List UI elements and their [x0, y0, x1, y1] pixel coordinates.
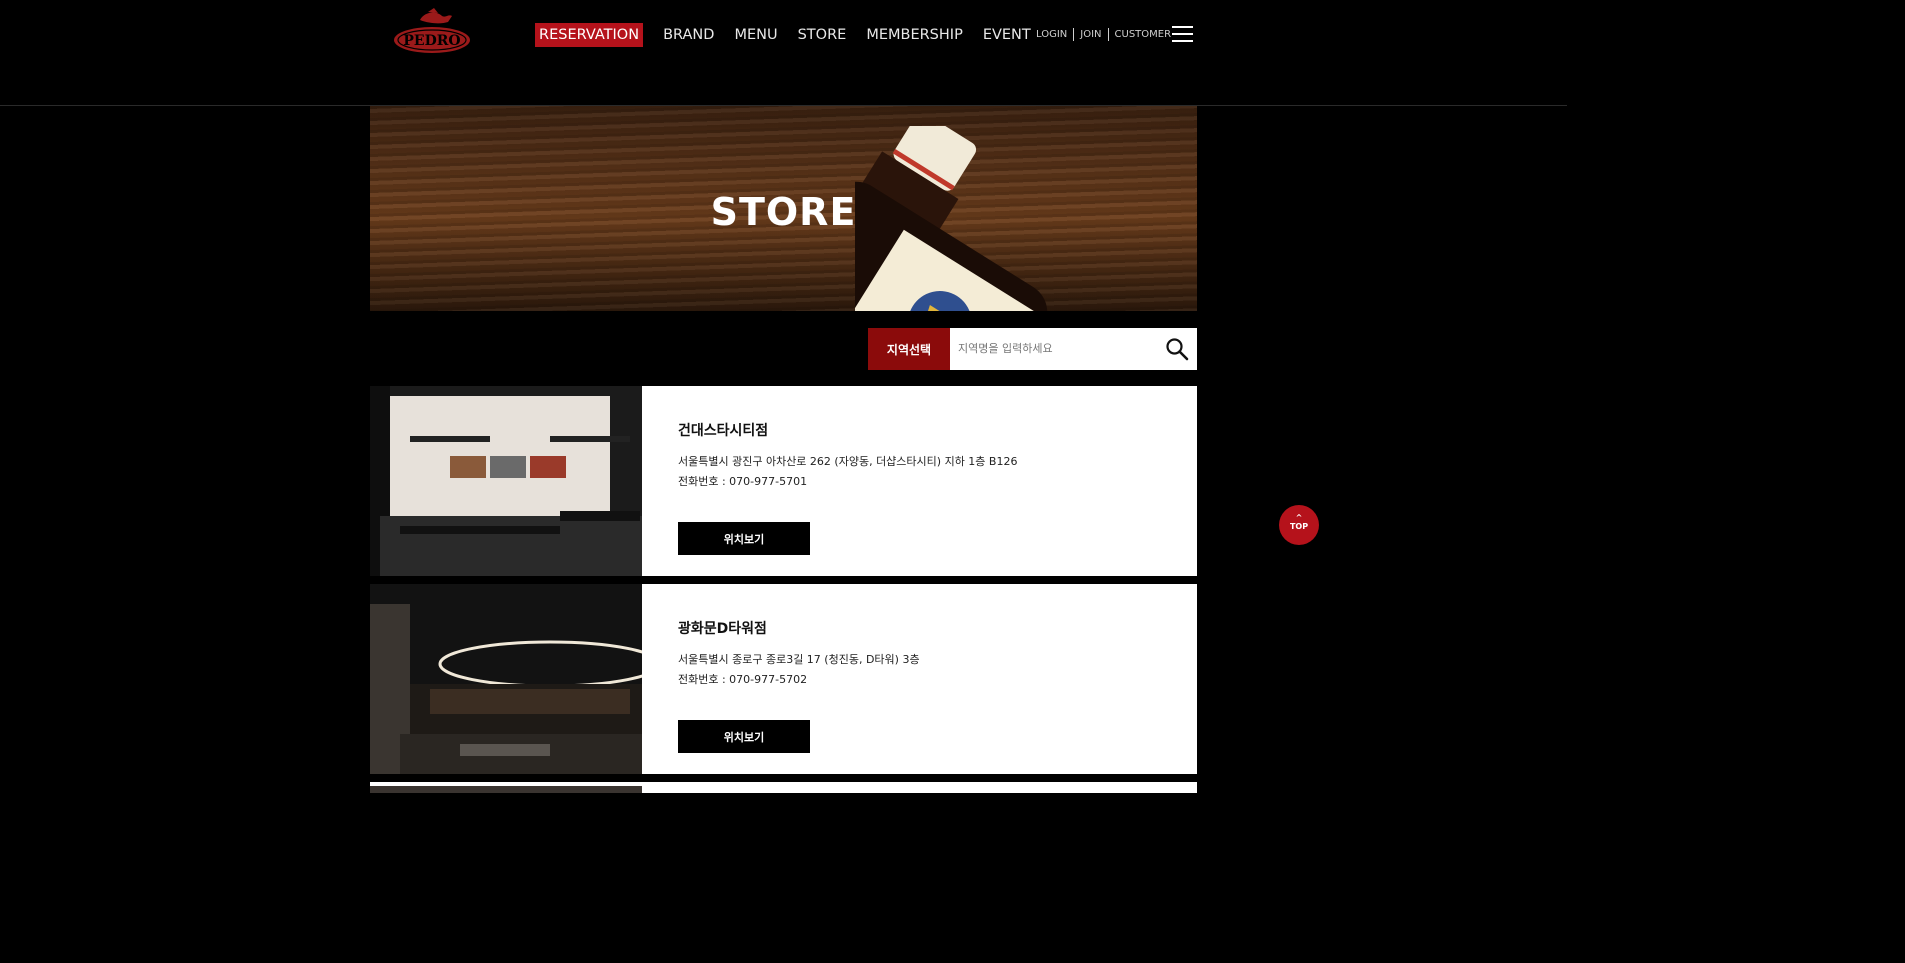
- store-card: 광화문D타워점 서울특별시 종로구 종로3길 17 (청진동, D타워) 3층 …: [370, 584, 1197, 774]
- store-banner: llantine's STORE: [370, 106, 1197, 311]
- view-location-button[interactable]: 위치보기: [678, 720, 810, 753]
- nav-store[interactable]: STORE: [798, 23, 847, 47]
- main-nav: RESERVATION BRAND MENU STORE MEMBERSHIP …: [535, 23, 1051, 47]
- divider: [1073, 28, 1075, 41]
- page-title: STORE: [710, 190, 857, 234]
- login-link[interactable]: LOGIN: [1036, 29, 1067, 40]
- logo-text: PEDRO: [403, 33, 460, 49]
- divider: [1107, 28, 1109, 41]
- nav-brand[interactable]: BRAND: [663, 23, 714, 47]
- scroll-to-top-button[interactable]: ^ TOP: [1279, 505, 1319, 545]
- hamburger-menu-icon[interactable]: [1172, 26, 1193, 43]
- store-phone: 전화번호 : 070-977-5701: [678, 475, 808, 488]
- store-card: 건대스타시티점 서울특별시 광진구 아차산로 262 (자양동, 더샵스타시티)…: [370, 386, 1197, 576]
- store-name: 건대스타시티점: [678, 423, 769, 439]
- region-select-button[interactable]: 지역선택: [868, 328, 950, 370]
- nav-event[interactable]: EVENT: [983, 23, 1031, 47]
- view-location-button[interactable]: 위치보기: [678, 522, 810, 555]
- pedro-logo[interactable]: PEDRO: [390, 8, 474, 56]
- customer-link[interactable]: CUSTOMER: [1115, 29, 1172, 40]
- store-address: 서울특별시 광진구 아차산로 262 (자양동, 더샵스타시티) 지하 1층 B…: [678, 455, 1018, 468]
- region-search-input[interactable]: [950, 328, 1158, 368]
- store-photo: [370, 386, 642, 576]
- top-label: TOP: [1289, 522, 1309, 531]
- nav-menu[interactable]: MENU: [734, 23, 777, 47]
- chevron-up-icon: ^: [1295, 513, 1303, 522]
- store-phone: 전화번호 : 070-977-5702: [678, 673, 808, 686]
- store-address: 서울특별시 종로구 종로3길 17 (청진동, D타워) 3층: [678, 653, 920, 666]
- store-name: 광화문D타워점: [678, 621, 767, 637]
- site-header: PEDRO RESERVATION BRAND MENU STORE MEMBE…: [0, 0, 1567, 106]
- store-photo: [370, 782, 642, 793]
- nav-reservation[interactable]: RESERVATION: [535, 23, 644, 47]
- store-photo: [370, 584, 642, 774]
- join-link[interactable]: JOIN: [1080, 29, 1101, 40]
- nav-membership[interactable]: MEMBERSHIP: [866, 23, 963, 47]
- search-input-wrap: [950, 328, 1197, 370]
- search-icon[interactable]: [1165, 337, 1189, 361]
- region-search: 지역선택: [868, 328, 1197, 370]
- utility-links: LOGIN JOIN CUSTOMER: [1036, 28, 1171, 41]
- store-card: [370, 782, 1197, 793]
